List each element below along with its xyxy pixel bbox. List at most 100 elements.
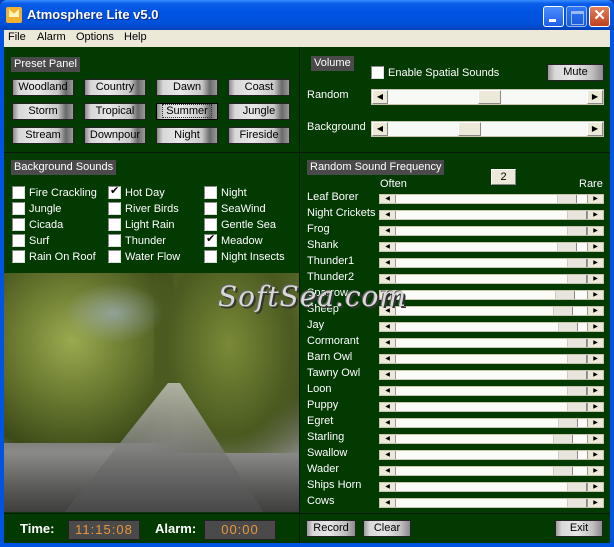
slider-thumb[interactable] xyxy=(556,195,577,203)
scroll-left-icon[interactable]: ◀ xyxy=(380,195,396,203)
background-sound-item[interactable]: Jungle xyxy=(12,202,61,215)
checkbox[interactable] xyxy=(12,218,25,231)
scroll-left-icon[interactable]: ◀ xyxy=(380,387,396,395)
slider-thumb[interactable] xyxy=(553,435,574,443)
background-sound-item[interactable]: Night Insects xyxy=(204,250,285,263)
background-sound-item[interactable]: Fire Crackling xyxy=(12,186,97,199)
frequency-slider[interactable]: ◀ ▶ xyxy=(379,434,604,444)
scroll-right-icon[interactable]: ▶ xyxy=(587,371,603,379)
menu-help[interactable]: Help xyxy=(124,31,147,43)
scroll-left-icon[interactable]: ◀ xyxy=(380,403,396,411)
scroll-left-icon[interactable]: ◀ xyxy=(380,483,396,491)
scroll-right-icon[interactable]: ▶ xyxy=(587,467,603,475)
background-sound-item[interactable]: Cicada xyxy=(12,218,63,231)
record-button[interactable]: Record xyxy=(306,520,356,537)
preset-button-woodland[interactable]: Woodland xyxy=(12,79,74,96)
frequency-slider[interactable]: ◀ ▶ xyxy=(379,258,604,268)
scroll-right-icon[interactable]: ▶ xyxy=(587,451,603,459)
frequency-slider[interactable]: ◀ ▶ xyxy=(379,402,604,412)
slider-thumb[interactable] xyxy=(567,339,587,347)
slider-thumb[interactable] xyxy=(567,499,587,507)
background-sound-item[interactable]: SeaWind xyxy=(204,202,266,215)
scroll-right-icon[interactable]: ▶ xyxy=(587,323,603,331)
frequency-slider[interactable]: ◀ ▶ xyxy=(379,418,604,428)
background-sound-item[interactable]: Hot Day xyxy=(108,184,165,199)
slider-thumb[interactable] xyxy=(477,90,501,104)
frequency-slider[interactable]: ◀ ▶ xyxy=(379,338,604,348)
background-sound-item[interactable]: Meadow xyxy=(204,232,263,247)
scroll-right-icon[interactable]: ▶ xyxy=(587,195,603,203)
checkbox[interactable] xyxy=(12,234,25,247)
preset-button-fireside[interactable]: Fireside xyxy=(228,127,290,144)
preset-button-summer[interactable]: Summer xyxy=(156,103,218,120)
maximize-icon[interactable] xyxy=(566,6,587,27)
checkbox[interactable] xyxy=(108,184,121,199)
background-sound-item[interactable]: Night xyxy=(204,186,247,199)
scroll-right-icon[interactable]: ▶ xyxy=(587,435,603,443)
scroll-right-icon[interactable]: ▶ xyxy=(587,339,603,347)
random-volume-slider[interactable]: ◀ ▶ xyxy=(371,89,604,105)
checkbox[interactable] xyxy=(204,232,217,247)
title-bar[interactable]: Atmosphere Lite v5.0 ✕ xyxy=(0,0,614,30)
scroll-right-icon[interactable]: ▶ xyxy=(587,419,603,427)
scroll-left-icon[interactable]: ◀ xyxy=(380,435,396,443)
preset-button-country[interactable]: Country xyxy=(84,79,146,96)
preset-button-downpour[interactable]: Downpour xyxy=(84,127,146,144)
scroll-right-icon[interactable]: ▶ xyxy=(587,307,603,315)
preset-button-night[interactable]: Night xyxy=(156,127,218,144)
scroll-right-icon[interactable]: ▶ xyxy=(587,275,603,283)
frequency-slider[interactable]: ◀ ▶ xyxy=(379,274,604,284)
slider-thumb[interactable] xyxy=(567,227,587,235)
preset-button-storm[interactable]: Storm xyxy=(12,103,74,120)
mute-button[interactable]: Mute xyxy=(547,64,604,81)
frequency-slider[interactable]: ◀ ▶ xyxy=(379,194,604,204)
exit-button[interactable]: Exit xyxy=(555,520,603,537)
checkbox[interactable] xyxy=(108,234,121,247)
scroll-left-icon[interactable]: ◀ xyxy=(380,355,396,363)
checkbox[interactable] xyxy=(108,218,121,231)
slider-thumb[interactable] xyxy=(567,259,587,267)
preset-button-coast[interactable]: Coast xyxy=(228,79,290,96)
frequency-slider[interactable]: ◀ ▶ xyxy=(379,354,604,364)
background-volume-slider[interactable]: ◀ ▶ xyxy=(371,121,604,137)
slider-thumb[interactable] xyxy=(558,419,579,427)
frequency-slider[interactable]: ◀ ▶ xyxy=(379,242,604,252)
frequency-slider[interactable]: ◀ ▶ xyxy=(379,498,604,508)
scroll-left-icon[interactable]: ◀ xyxy=(380,243,396,251)
preset-button-jungle[interactable]: Jungle xyxy=(228,103,290,120)
slider-thumb[interactable] xyxy=(567,275,587,283)
scroll-left-icon[interactable]: ◀ xyxy=(380,227,396,235)
frequency-slider[interactable]: ◀ ▶ xyxy=(379,450,604,460)
scroll-left-icon[interactable]: ◀ xyxy=(372,122,388,136)
scroll-left-icon[interactable]: ◀ xyxy=(380,323,396,331)
slider-thumb[interactable] xyxy=(567,371,587,379)
scroll-left-icon[interactable]: ◀ xyxy=(380,339,396,347)
scroll-left-icon[interactable]: ◀ xyxy=(380,499,396,507)
frequency-slider[interactable]: ◀ ▶ xyxy=(379,290,604,300)
clear-button[interactable]: Clear xyxy=(363,520,411,537)
checkbox[interactable] xyxy=(12,186,25,199)
checkbox[interactable] xyxy=(108,202,121,215)
checkbox[interactable] xyxy=(12,202,25,215)
scroll-left-icon[interactable]: ◀ xyxy=(380,211,396,219)
minimize-icon[interactable] xyxy=(543,6,564,27)
frequency-slider[interactable]: ◀ ▶ xyxy=(379,322,604,332)
frequency-slider[interactable]: ◀ ▶ xyxy=(379,370,604,380)
scroll-right-icon[interactable]: ▶ xyxy=(587,122,603,136)
scroll-right-icon[interactable]: ▶ xyxy=(587,403,603,411)
slider-thumb[interactable] xyxy=(553,467,574,475)
background-sound-item[interactable]: Rain On Roof xyxy=(12,250,96,263)
checkbox[interactable] xyxy=(12,250,25,263)
scroll-right-icon[interactable]: ▶ xyxy=(587,483,603,491)
slider-thumb[interactable] xyxy=(458,122,482,136)
menu-file[interactable]: File xyxy=(8,31,26,43)
frequency-slider[interactable]: ◀ ▶ xyxy=(379,210,604,220)
scroll-right-icon[interactable]: ▶ xyxy=(587,259,603,267)
preset-button-tropical[interactable]: Tropical xyxy=(84,103,146,120)
scroll-right-icon[interactable]: ▶ xyxy=(587,499,603,507)
slider-thumb[interactable] xyxy=(555,291,576,299)
slider-thumb[interactable] xyxy=(567,403,587,411)
scroll-right-icon[interactable]: ▶ xyxy=(587,355,603,363)
slider-thumb[interactable] xyxy=(567,355,587,363)
scroll-left-icon[interactable]: ◀ xyxy=(380,259,396,267)
